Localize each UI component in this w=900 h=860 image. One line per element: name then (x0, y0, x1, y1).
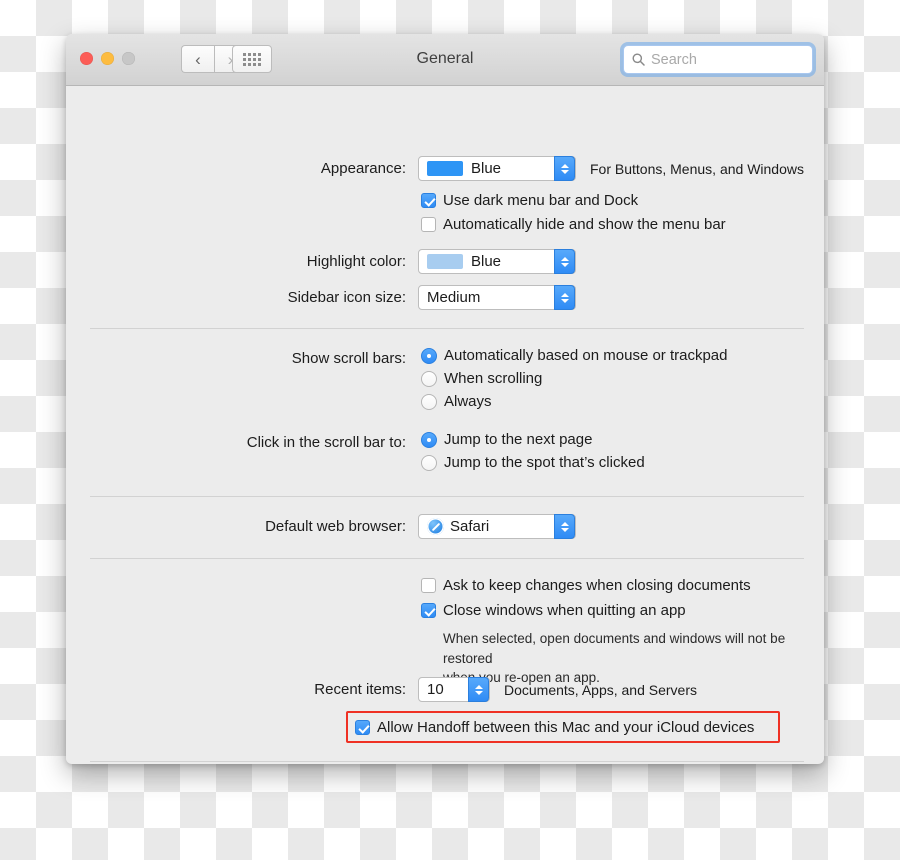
search-icon (632, 53, 645, 66)
ask-keep-changes-checkbox-row[interactable]: Ask to keep changes when closing documen… (421, 577, 751, 594)
scroll-click-radio-spot-clicked[interactable] (421, 454, 437, 471)
default-browser-stepper-icon (554, 514, 575, 539)
recent-items-stepper[interactable]: 10 (418, 677, 490, 702)
scroll-bars-always-label: Always (444, 393, 492, 410)
sidebar-icon-size-row: Medium (418, 285, 576, 310)
appearance-value: Blue (471, 160, 502, 177)
highlight-color-stepper-icon (554, 249, 575, 274)
appearance-stepper-icon (554, 156, 575, 181)
system-preferences-window: ‹ › General Search Appearance: Blue For … (66, 34, 824, 764)
scroll-click-option-next-page[interactable]: Jump to the next page (421, 431, 592, 448)
recent-items-side-note: Documents, Apps, and Servers (504, 681, 697, 698)
scroll-click-option-spot-clicked[interactable]: Jump to the spot that’s clicked (421, 454, 645, 471)
close-windows-label: Close windows when quitting an app (443, 602, 686, 619)
scroll-bars-option-auto[interactable]: Automatically based on mouse or trackpad (421, 347, 727, 364)
recent-items-value: 10 (427, 681, 444, 698)
auto-hide-menu-bar-label: Automatically hide and show the menu bar (443, 216, 726, 233)
recent-items-stepper-icon[interactable] (468, 677, 489, 702)
scroll-bars-auto-label: Automatically based on mouse or trackpad (444, 347, 728, 364)
highlight-color-row: Blue (418, 249, 576, 274)
default-browser-popup-button[interactable]: Safari (418, 514, 576, 539)
scroll-bars-radio-always[interactable] (421, 393, 437, 410)
divider-1 (90, 328, 804, 329)
highlight-color-value: Blue (471, 253, 502, 270)
scroll-click-next-page-label: Jump to the next page (444, 431, 593, 448)
appearance-color-swatch (427, 161, 463, 176)
auto-hide-menu-bar-checkbox[interactable] (421, 217, 436, 232)
scroll-bar-click-label: Click in the scroll bar to: (246, 434, 406, 451)
handoff-checkbox-row[interactable]: Allow Handoff between this Mac and your … (355, 719, 754, 736)
handoff-label: Allow Handoff between this Mac and your … (377, 719, 755, 736)
scroll-bars-option-always[interactable]: Always (421, 393, 492, 410)
recent-items-label: Recent items: (314, 681, 406, 698)
close-windows-help-line-1: When selected, open documents and window… (443, 631, 786, 666)
appearance-side-note: For Buttons, Menus, and Windows (590, 160, 804, 177)
sidebar-icon-size-label: Sidebar icon size: (287, 289, 406, 306)
sidebar-icon-size-popup-button[interactable]: Medium (418, 285, 576, 310)
preferences-content: Appearance: Blue For Buttons, Menus, and… (66, 86, 824, 763)
ask-keep-changes-checkbox[interactable] (421, 578, 436, 593)
divider-2 (90, 496, 804, 497)
divider-3 (90, 558, 804, 559)
ask-keep-changes-label: Ask to keep changes when closing documen… (443, 577, 751, 594)
appearance-label: Appearance: (320, 160, 406, 177)
divider-4 (90, 761, 804, 762)
scroll-click-radio-next-page[interactable] (421, 431, 437, 448)
sidebar-icon-size-value: Medium (427, 289, 481, 306)
appearance-popup-button[interactable]: Blue (418, 156, 576, 181)
sidebar-icon-size-stepper-icon (554, 285, 575, 310)
search-placeholder: Search (651, 51, 697, 68)
close-windows-checkbox-row[interactable]: Close windows when quitting an app (421, 602, 686, 619)
scroll-bars-option-when-scrolling[interactable]: When scrolling (421, 370, 542, 387)
highlight-color-popup-button[interactable]: Blue (418, 249, 576, 274)
appearance-row: Blue For Buttons, Menus, and Windows (418, 156, 804, 181)
auto-hide-menu-bar-checkbox-row[interactable]: Automatically hide and show the menu bar (421, 216, 726, 233)
dark-menu-bar-label: Use dark menu bar and Dock (443, 192, 639, 209)
default-browser-label: Default web browser: (265, 518, 406, 535)
scroll-click-spot-clicked-label: Jump to the spot that’s clicked (444, 454, 645, 471)
handoff-checkbox[interactable] (355, 720, 370, 735)
highlight-color-swatch (427, 254, 463, 269)
show-scroll-bars-label: Show scroll bars: (291, 350, 406, 367)
scroll-bars-radio-auto[interactable] (421, 347, 437, 364)
default-browser-row: Safari (418, 514, 576, 539)
dark-menu-bar-checkbox-row[interactable]: Use dark menu bar and Dock (421, 192, 638, 209)
scroll-bars-when-scrolling-label: When scrolling (444, 370, 543, 387)
scroll-bars-radio-when-scrolling[interactable] (421, 370, 437, 387)
highlight-color-label: Highlight color: (306, 253, 406, 270)
safari-icon (427, 518, 444, 535)
default-browser-value: Safari (450, 518, 490, 535)
search-field[interactable]: Search (623, 45, 813, 74)
close-windows-checkbox[interactable] (421, 603, 436, 618)
recent-items-row: 10 Documents, Apps, and Servers (418, 677, 697, 702)
window-titlebar: ‹ › General Search (66, 34, 824, 86)
dark-menu-bar-checkbox[interactable] (421, 193, 436, 208)
